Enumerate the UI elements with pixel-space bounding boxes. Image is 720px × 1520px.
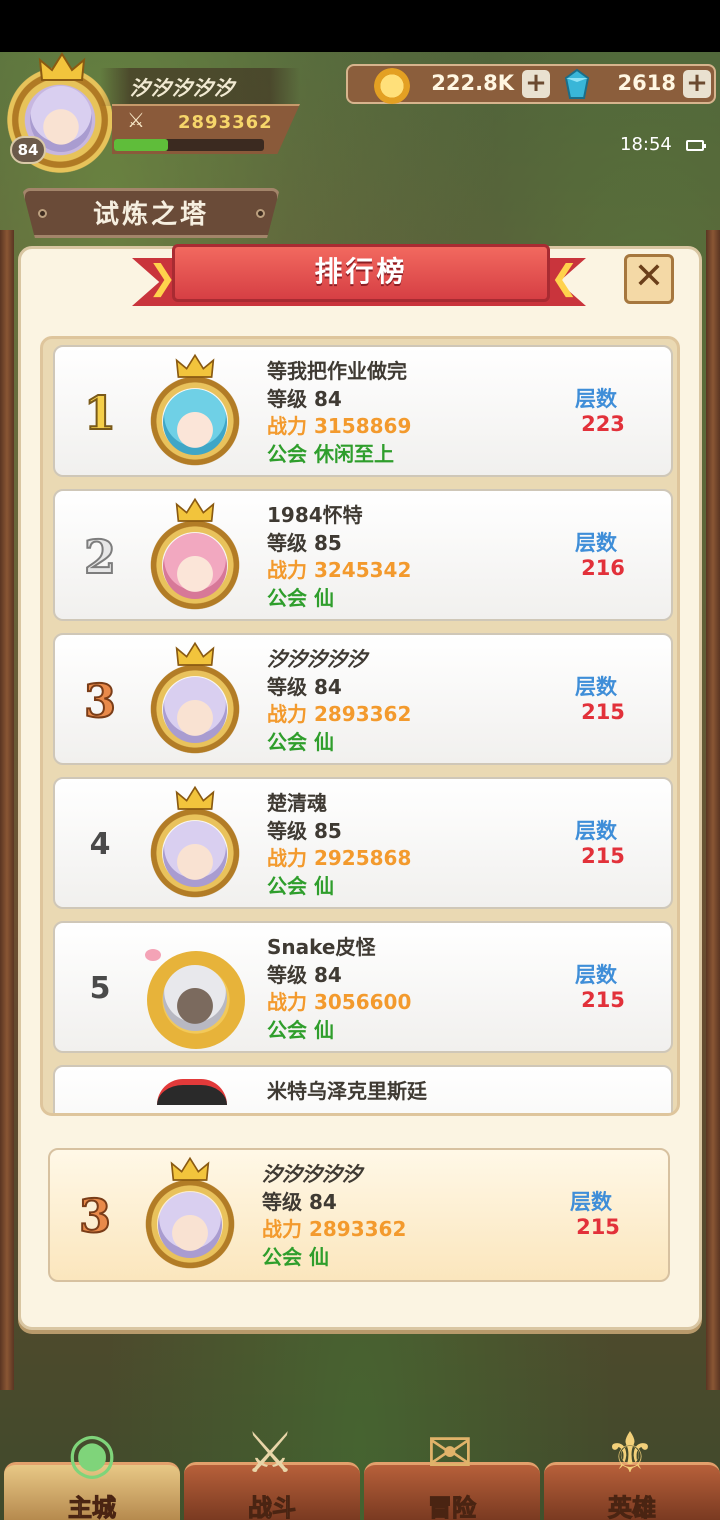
avatar <box>134 1156 246 1274</box>
floors-value: 216 <box>581 556 625 580</box>
floors-value: 215 <box>581 700 625 724</box>
add-gold-button[interactable]: + <box>522 70 550 98</box>
add-gem-button[interactable]: + <box>683 70 711 98</box>
ranking-row-6[interactable]: 米特乌泽克里斯廷 <box>53 1065 673 1113</box>
nav-label: 主城 <box>68 1494 117 1520</box>
player-guild: 公会 仙 <box>267 586 334 610</box>
nav-label: 战斗 <box>248 1494 297 1520</box>
player-power: 战力 3056600 <box>267 990 412 1014</box>
gem-icon <box>564 68 590 99</box>
exp-bar-fill <box>114 139 168 151</box>
floors-value: 223 <box>581 412 625 436</box>
floors-label: 层数 <box>575 819 617 843</box>
crown-icon <box>175 641 215 666</box>
rank-number: 3 <box>78 1188 112 1244</box>
player-level: 等级 85 <box>267 531 342 555</box>
ranking-row-5[interactable]: 5 Snake皮怪 等级 84 战力 3056600 公会 仙 层数 215 <box>53 921 673 1053</box>
player-name: 米特乌泽克里斯廷 <box>267 1079 427 1103</box>
ranking-list[interactable]: 1 等我把作业做完 等级 84 战力 3158869 公会 休闲至上 层数 22… <box>40 336 680 1116</box>
player-name: Snake皮怪 <box>267 935 376 959</box>
player-name: 等我把作业做完 <box>267 359 407 383</box>
avatar <box>139 929 251 1049</box>
scroll-map-icon: ✉ <box>426 1421 474 1486</box>
player-name: 1984怀特 <box>267 503 363 527</box>
player-guild: 公会 仙 <box>267 874 334 898</box>
gem-amount: 2618 <box>617 71 676 95</box>
avatar <box>139 497 251 615</box>
player-level: 等级 84 <box>267 387 342 411</box>
crown-icon <box>175 353 215 378</box>
ranking-row-1[interactable]: 1 等我把作业做完 等级 84 战力 3158869 公会 休闲至上 层数 22… <box>53 345 673 477</box>
wood-post-left <box>0 230 14 1390</box>
player-level: 等级 84 <box>267 675 342 699</box>
battery-icon <box>686 140 706 151</box>
stage-title: 试炼之塔 <box>92 200 209 230</box>
player-power: 战力 3158869 <box>267 414 412 438</box>
ranking-row-2[interactable]: 2 1984怀特 等级 85 战力 3245342 公会 仙 层数 216 <box>53 489 673 621</box>
player-guild: 公会 休闲至上 <box>267 442 394 466</box>
rank-number: 5 <box>89 971 111 1006</box>
player-level: 等级 84 <box>262 1190 337 1214</box>
ranking-row-3[interactable]: 3 汐汐汐汐汐 等级 84 战力 2893362 公会 仙 层数 215 <box>53 633 673 765</box>
rank-number: 3 <box>83 673 117 729</box>
avatar <box>139 353 251 471</box>
nav-label: 英雄 <box>608 1494 657 1520</box>
chevron-left-icon: ❮ <box>550 258 579 298</box>
avatar <box>139 641 251 759</box>
floors-value: 215 <box>581 844 625 868</box>
player-level-badge: 84 <box>10 136 46 164</box>
player-name: 楚清魂 <box>267 791 327 815</box>
ranking-row-4[interactable]: 4 楚清魂 等级 85 战力 2925868 公会 仙 层数 215 <box>53 777 673 909</box>
floors-value: 215 <box>581 988 625 1012</box>
avatar <box>139 785 251 903</box>
my-ranking-row[interactable]: 3 汐汐汐汐汐 等级 84 战力 2893362 公会 仙 层数 215 <box>48 1148 670 1282</box>
floors-label: 层数 <box>575 531 617 555</box>
player-power: 战力 2893362 <box>267 702 412 726</box>
player-name: 汐汐汐汐汐 <box>262 1162 362 1186</box>
wood-post-right <box>706 230 720 1390</box>
floors-label: 层数 <box>570 1190 612 1214</box>
hero-emblem-icon: ⚜ <box>604 1421 656 1486</box>
rank-number: 4 <box>89 827 111 862</box>
floors-value: 215 <box>576 1215 620 1239</box>
player-guild: 公会 仙 <box>267 730 334 754</box>
player-power: 战力 2893362 <box>262 1217 407 1241</box>
close-button[interactable]: ✕ <box>624 254 674 304</box>
rank-number: 1 <box>83 385 117 441</box>
gold-coin-icon <box>374 68 410 104</box>
nav-label: 冒险 <box>428 1494 477 1520</box>
clock-text: 18:54 <box>620 134 672 155</box>
avatar <box>139 1073 251 1113</box>
player-name: 汐汐汐汐汐 <box>267 647 367 671</box>
crown-icon <box>175 497 215 522</box>
crown-icon <box>38 52 86 81</box>
crossed-swords-icon: ⚔ <box>127 108 145 132</box>
rank-number: 2 <box>83 529 117 585</box>
crossed-swords-icon: ⚔ <box>244 1421 296 1486</box>
player-name: 汐汐汐汐汐 <box>130 76 235 100</box>
player-guild: 公会 仙 <box>262 1245 329 1269</box>
floors-label: 层数 <box>575 963 617 987</box>
player-power: 战力 3245342 <box>267 558 412 582</box>
player-power: 战力 2925868 <box>267 846 412 870</box>
player-power: 2893362 <box>178 112 273 133</box>
floors-label: 层数 <box>575 387 617 411</box>
player-level: 等级 85 <box>267 819 342 843</box>
gold-amount: 222.8K <box>431 71 514 95</box>
leaderboard-title: 排行榜 <box>314 255 408 288</box>
crown-icon <box>170 1156 210 1181</box>
player-level: 等级 84 <box>267 963 342 987</box>
castle-gate-icon: ◉ <box>67 1421 117 1486</box>
floors-label: 层数 <box>575 675 617 699</box>
crown-icon <box>175 785 215 810</box>
player-guild: 公会 仙 <box>267 1018 334 1042</box>
